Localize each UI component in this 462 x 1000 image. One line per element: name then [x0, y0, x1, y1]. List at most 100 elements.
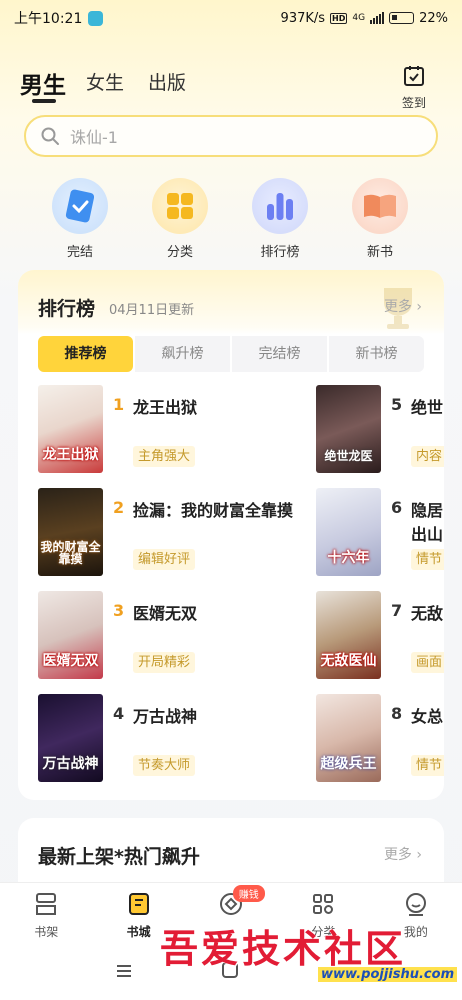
book-title: 龙王出狱 [133, 398, 198, 417]
cover-title: 医婿无双 [42, 653, 99, 670]
cover-title: 超级兵王 [320, 756, 377, 773]
quick-entry-finished[interactable]: 完结 [30, 178, 130, 260]
ranking-title: 排行榜 [38, 298, 96, 320]
notebook-icon [52, 178, 108, 234]
quick-entry-ranking[interactable]: 排行榜 [230, 178, 330, 260]
search-icon [41, 127, 59, 145]
book-title-line2: 出山 [411, 525, 444, 544]
rank-number: 5 [391, 395, 403, 414]
book-title: 捡漏：我的财富全靠摸 [133, 501, 294, 520]
profile-icon [405, 893, 426, 916]
book-title: 绝世 [411, 398, 444, 417]
tab-rising[interactable]: 飙升榜 [135, 336, 230, 372]
tab-finished[interactable]: 完结榜 [232, 336, 327, 372]
ranking-book-item[interactable]: 绝世龙医 5 绝世 内容 [316, 385, 444, 473]
book-tag: 编辑好评 [133, 549, 196, 570]
book-cover: 我的财富全靠摸 [38, 488, 103, 576]
grid-icon [313, 894, 334, 914]
quick-label-newbook: 新书 [366, 245, 393, 260]
book-tag: 开局精彩 [133, 652, 196, 673]
ranking-book-item[interactable]: 十六年 6 隐居 出山 情节 [316, 488, 444, 576]
channel-tabs: 男生 女生 出版 签到 [20, 64, 440, 111]
rank-number: 8 [391, 704, 403, 723]
book-title: 万古战神 [133, 707, 198, 726]
book-title: 女总 [411, 707, 444, 726]
status-time: 上午10:21 [14, 11, 83, 27]
new-releases-more-label: 更多 [383, 847, 412, 863]
book-title: 医婿无双 [133, 604, 198, 623]
cloud-app-icon [88, 10, 104, 26]
chevron-right-icon: › [416, 299, 422, 315]
book-cover: 龙王出狱 [38, 385, 103, 473]
cover-title: 无敌医仙 [320, 653, 377, 670]
checkin-button[interactable]: 签到 [394, 64, 434, 111]
chevron-right-icon: › [416, 847, 422, 863]
book-title: 隐居 [411, 501, 444, 520]
quick-entry-newbook[interactable]: 新书 [330, 178, 430, 260]
search-bar[interactable]: 诛仙-1 [24, 115, 438, 157]
cover-title: 龙王出狱 [42, 447, 99, 464]
net-speed: 937K/s [280, 10, 326, 26]
new-releases-more-link[interactable]: 更多 › [384, 844, 422, 864]
nav-bookshelf[interactable]: 书架 [0, 883, 92, 944]
ranking-tabs: 推荐榜 飙升榜 完结榜 新书榜 [38, 336, 424, 372]
menu-icon[interactable] [116, 964, 132, 978]
ranking-book-item[interactable]: 无敌医仙 7 无敌 画面 [316, 591, 444, 679]
book-tag: 主角强大 [133, 446, 196, 467]
signal-icon [370, 12, 385, 24]
quick-entry-category[interactable]: 分类 [130, 178, 230, 260]
rank-number: 4 [113, 704, 125, 723]
bookstore-icon [128, 893, 149, 915]
ranking-more-label: 更多 [383, 299, 412, 315]
book-cover: 医婿无双 [38, 591, 103, 679]
book-tag: 画面 [411, 652, 444, 673]
battery-icon [389, 12, 415, 24]
nav-label: 书架 [34, 925, 59, 939]
cover-title: 十六年 [327, 550, 370, 567]
book-tag: 节奏大师 [133, 755, 196, 776]
ranking-book-item[interactable]: 我的财富全靠摸 2 捡漏：我的财富全靠摸 编辑好评 [38, 488, 318, 576]
cover-title: 绝世龙医 [324, 449, 373, 464]
ranking-more-link[interactable]: 更多 › [384, 296, 422, 316]
book-cover: 无敌医仙 [316, 591, 381, 679]
rank-number: 6 [391, 498, 403, 517]
quick-label-ranking: 排行榜 [260, 245, 300, 260]
hd-badge: HD [330, 12, 348, 24]
network-type: 4G [352, 13, 366, 23]
book-cover: 万古战神 [38, 694, 103, 782]
battery-level: 22% [419, 10, 448, 26]
quick-entries: 完结 分类 排行榜 新书 [30, 178, 430, 260]
ranking-book-item[interactable]: 万古战神 4 万古战神 节奏大师 [38, 694, 308, 782]
book-tag: 情节 [411, 549, 444, 570]
rank-number: 1 [113, 395, 125, 414]
ranking-card: 排行榜 04月11日更新 更多 › 推荐榜 飙升榜 完结榜 新书榜 龙王出狱 1… [18, 270, 444, 800]
tab-newbooks[interactable]: 新书榜 [329, 336, 424, 372]
tab-publish[interactable]: 出版 [148, 68, 186, 95]
watermark-url: www.pojjishu.com [318, 967, 458, 982]
ranking-book-item[interactable]: 龙王出狱 1 龙王出狱 主角强大 [38, 385, 308, 473]
tab-recommend[interactable]: 推荐榜 [38, 336, 133, 372]
tab-male[interactable]: 男生 [20, 66, 66, 100]
category-grid-icon [152, 178, 208, 234]
calendar-check-icon [404, 66, 424, 86]
cover-title: 我的财富全靠摸 [40, 539, 101, 567]
book-tag: 内容 [411, 446, 444, 467]
quick-label-finished: 完结 [66, 245, 93, 260]
bar-rank-icon [252, 178, 308, 234]
quick-label-category: 分类 [166, 245, 193, 260]
status-bar: 上午10:21 937K/s HD 4G 22% [0, 0, 462, 36]
rank-number: 7 [391, 601, 403, 620]
tab-female[interactable]: 女生 [86, 68, 124, 95]
earn-badge: 赚钱 [232, 885, 265, 902]
shelf-icon [36, 893, 57, 915]
book-cover: 绝世龙医 [316, 385, 381, 473]
watermark-text: 吾爱技术社区 [160, 927, 407, 971]
ranking-book-item[interactable]: 医婿无双 3 医婿无双 开局精彩 [38, 591, 308, 679]
book-cover: 十六年 [316, 488, 381, 576]
ranking-update-date: 04月11日更新 [109, 303, 195, 318]
book-tag: 情节 [411, 755, 444, 776]
new-releases-title: 最新上架*热门飙升 [38, 846, 200, 868]
book-cover: 超级兵王 [316, 694, 381, 782]
ranking-book-item[interactable]: 超级兵王 8 女总 情节 [316, 694, 444, 782]
rank-number: 2 [113, 498, 125, 517]
